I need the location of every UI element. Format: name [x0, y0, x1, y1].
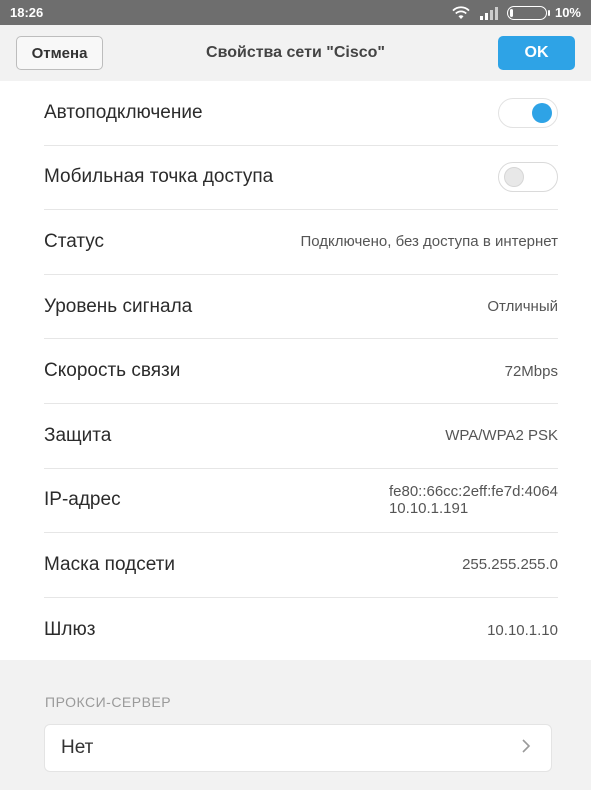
signal-icon	[479, 6, 498, 20]
gateway-label: Шлюз	[44, 619, 96, 641]
signal-row: Уровень сигнала Отличный	[44, 275, 558, 340]
page-title: Свойства сети "Cisco"	[206, 44, 385, 61]
signal-value: Отличный	[487, 298, 558, 316]
speed-row: Скорость связи 72Mbps	[44, 339, 558, 404]
gateway-value: 10.10.1.10	[487, 621, 558, 639]
battery-level	[509, 8, 513, 17]
security-value: WPA/WPA2 PSK	[445, 427, 558, 445]
chevron-right-icon	[521, 737, 531, 760]
status-value: Подключено, без доступа в интернет	[300, 233, 559, 251]
battery-icon	[506, 5, 550, 20]
battery-percent: 10%	[554, 5, 581, 20]
auto-connect-label: Автоподключение	[44, 101, 203, 123]
mobile-hotspot-toggle[interactable]	[498, 162, 558, 193]
mobile-hotspot-row: Мобильная точка доступа	[44, 146, 558, 211]
security-label: Защита	[44, 424, 112, 446]
speed-label: Скорость связи	[44, 360, 181, 382]
gateway-row: Шлюз 10.10.1.10	[44, 598, 558, 663]
security-row: Защита WPA/WPA2 PSK	[44, 404, 558, 469]
title-bar: Отмена Свойства сети "Cisco" OK	[0, 25, 591, 81]
ok-button[interactable]: OK	[498, 36, 575, 70]
auto-connect-toggle[interactable]	[498, 97, 558, 128]
status-icons: 10%	[451, 5, 581, 20]
status-time: 18:26	[10, 5, 44, 20]
signal-label: Уровень сигнала	[44, 295, 193, 317]
speed-value: 72Mbps	[504, 362, 558, 380]
ipv4-address: 10.10.1.191	[388, 500, 469, 518]
ip-address-label: IP-адрес	[44, 489, 121, 511]
subnet-mask-row: Маска подсети 255.255.255.0	[44, 533, 558, 598]
mobile-hotspot-label: Мобильная точка доступа	[44, 166, 274, 188]
auto-connect-row: Автоподключение	[44, 81, 558, 146]
proxy-selected-value: Нет	[61, 737, 94, 758]
wifi-icon	[452, 5, 470, 19]
subnet-mask-value: 255.255.255.0	[462, 556, 558, 574]
proxy-section-title: ПРОКСИ-СЕРВЕР	[45, 694, 172, 710]
ipv6-address: fe80::66cc:2eff:fe7d:4064	[388, 483, 558, 501]
status-bar: 18:26 10%	[0, 0, 591, 25]
proxy-section: ПРОКСИ-СЕРВЕР Нет	[0, 660, 591, 790]
ip-address-row: IP-адрес fe80::66cc:2eff:fe7d:4064 10.10…	[44, 469, 558, 534]
status-row: Статус Подключено, без доступа в интерне…	[44, 210, 558, 275]
toggle-knob	[504, 167, 524, 188]
toggle-knob	[532, 102, 552, 123]
ip-address-values: fe80::66cc:2eff:fe7d:4064 10.10.1.191	[389, 483, 558, 517]
network-properties-list: Автоподключение Мобильная точка доступа …	[0, 81, 591, 663]
subnet-mask-label: Маска подсети	[44, 553, 175, 575]
proxy-select[interactable]: Нет	[44, 724, 552, 772]
cancel-button[interactable]: Отмена	[16, 36, 103, 70]
status-label: Статус	[44, 230, 105, 252]
